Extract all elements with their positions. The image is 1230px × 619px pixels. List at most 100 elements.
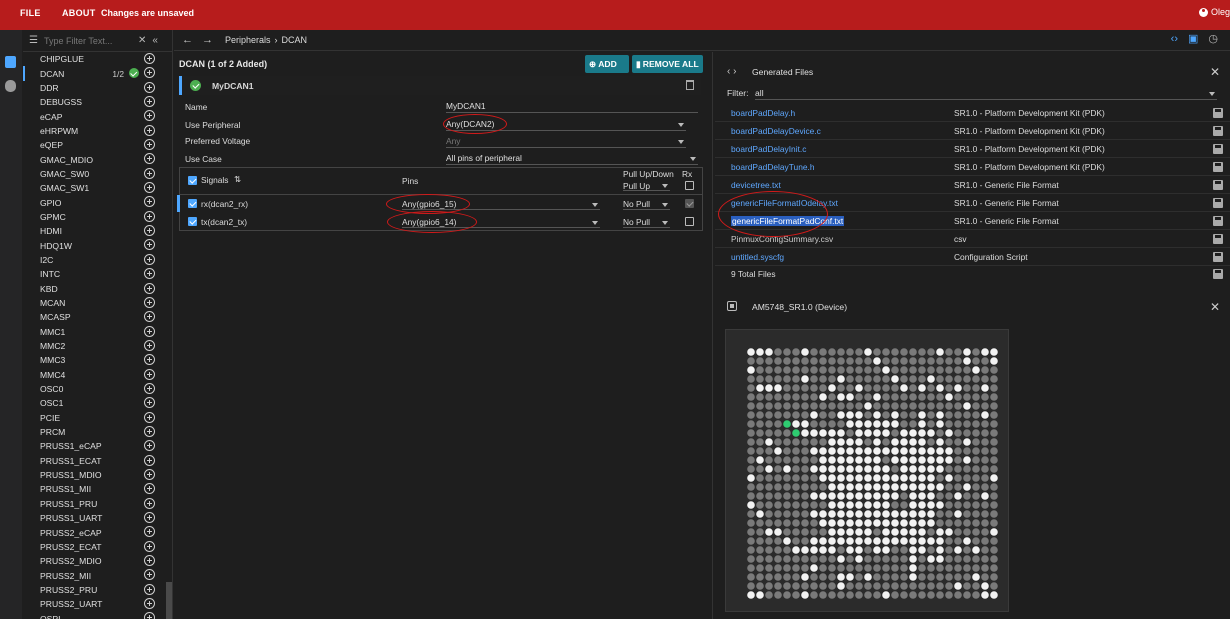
file-menu[interactable]: FILE (20, 8, 41, 18)
all-signals-checkbox[interactable] (188, 176, 197, 185)
package-ball[interactable] (837, 402, 845, 410)
package-ball[interactable] (990, 483, 998, 491)
package-ball[interactable] (891, 519, 899, 527)
package-ball[interactable] (891, 456, 899, 464)
package-ball[interactable] (837, 393, 845, 401)
package-ball[interactable] (828, 411, 836, 419)
package-ball[interactable] (909, 564, 917, 572)
package-ball[interactable] (990, 429, 998, 437)
package-ball[interactable] (891, 393, 899, 401)
package-ball[interactable] (990, 384, 998, 392)
package-ball[interactable] (837, 375, 845, 383)
pull-tx-select[interactable]: No Pull (623, 217, 670, 228)
package-ball[interactable] (990, 447, 998, 455)
sidebar-item-ehrpwm[interactable]: eHRPWM (23, 124, 172, 138)
sidebar-item-pruss2_uart[interactable]: PRUSS2_UART (23, 597, 172, 611)
package-ball[interactable] (882, 348, 890, 356)
package-ball[interactable] (918, 420, 926, 428)
package-ball[interactable] (819, 447, 827, 455)
package-ball[interactable] (765, 393, 773, 401)
package-ball[interactable] (981, 537, 989, 545)
package-ball[interactable] (990, 555, 998, 563)
delete-instance-icon[interactable] (686, 80, 694, 90)
package-ball[interactable] (927, 555, 935, 563)
package-ball[interactable] (954, 456, 962, 464)
package-ball[interactable] (774, 546, 782, 554)
add-instance-icon[interactable] (144, 311, 155, 323)
package-ball[interactable] (945, 438, 953, 446)
package-ball[interactable] (936, 582, 944, 590)
sidebar-item-pruss2_ecat[interactable]: PRUSS2_ECAT (23, 540, 172, 554)
package-ball[interactable] (837, 519, 845, 527)
package-ball[interactable] (936, 438, 944, 446)
breadcrumb-peripherals[interactable]: Peripherals (225, 35, 271, 45)
sidebar-item-pruss2_pru[interactable]: PRUSS2_PRU (23, 583, 172, 597)
package-ball[interactable] (945, 348, 953, 356)
package-ball[interactable] (936, 591, 944, 599)
package-ball[interactable] (990, 573, 998, 581)
package-ball[interactable] (936, 510, 944, 518)
package-ball[interactable] (756, 420, 764, 428)
package-ball[interactable] (900, 456, 908, 464)
package-ball[interactable] (765, 429, 773, 437)
package-ball[interactable] (783, 465, 791, 473)
package-ball[interactable] (963, 393, 971, 401)
package-ball[interactable] (810, 429, 818, 437)
package-ball[interactable] (864, 510, 872, 518)
package-ball[interactable] (909, 501, 917, 509)
package-ball[interactable] (990, 402, 998, 410)
add-instance-icon[interactable] (144, 53, 155, 64)
package-ball[interactable] (828, 501, 836, 509)
package-ball[interactable] (945, 546, 953, 554)
package-ball[interactable] (927, 519, 935, 527)
back-arrow-icon[interactable]: ← (182, 34, 193, 46)
package-ball[interactable] (918, 546, 926, 554)
package-ball[interactable] (927, 348, 935, 356)
package-ball[interactable] (855, 528, 863, 536)
package-ball[interactable] (981, 591, 989, 599)
package-ball[interactable] (918, 447, 926, 455)
package-ball[interactable] (792, 456, 800, 464)
package-ball[interactable] (846, 555, 854, 563)
package-ball[interactable] (774, 429, 782, 437)
package-ball[interactable] (927, 573, 935, 581)
close-icon[interactable]: ✕ (1210, 65, 1220, 79)
package-ball[interactable] (765, 519, 773, 527)
package-ball[interactable] (846, 564, 854, 572)
package-ball[interactable] (819, 411, 827, 419)
package-ball[interactable] (945, 366, 953, 374)
package-ball[interactable] (792, 537, 800, 545)
package-ball[interactable] (954, 393, 962, 401)
package-ball[interactable] (747, 456, 755, 464)
package-ball[interactable] (936, 501, 944, 509)
package-ball[interactable] (756, 402, 764, 410)
package-ball[interactable] (882, 411, 890, 419)
package-ball[interactable] (855, 402, 863, 410)
package-ball[interactable] (855, 447, 863, 455)
package-ball[interactable] (747, 510, 755, 518)
package-ball[interactable] (900, 429, 908, 437)
package-ball[interactable] (882, 537, 890, 545)
package-ball[interactable] (801, 474, 809, 482)
package-ball[interactable] (747, 492, 755, 500)
package-ball[interactable] (774, 411, 782, 419)
package-ball[interactable] (846, 474, 854, 482)
package-ball[interactable] (864, 420, 872, 428)
package-ball[interactable] (855, 465, 863, 473)
package-ball[interactable] (972, 546, 980, 554)
package-ball[interactable] (927, 447, 935, 455)
package-ball[interactable] (963, 384, 971, 392)
package-ball[interactable] (756, 393, 764, 401)
package-ball[interactable] (783, 411, 791, 419)
package-ball[interactable] (801, 357, 809, 365)
package-ball[interactable] (855, 366, 863, 374)
package-ball[interactable] (927, 492, 935, 500)
package-ball[interactable] (972, 375, 980, 383)
package-ball[interactable] (756, 447, 764, 455)
package-ball[interactable] (801, 366, 809, 374)
package-ball[interactable] (954, 438, 962, 446)
package-ball[interactable] (882, 510, 890, 518)
package-ball[interactable] (792, 474, 800, 482)
sidebar-item-mcan[interactable]: MCAN (23, 296, 172, 310)
package-ball[interactable] (846, 438, 854, 446)
